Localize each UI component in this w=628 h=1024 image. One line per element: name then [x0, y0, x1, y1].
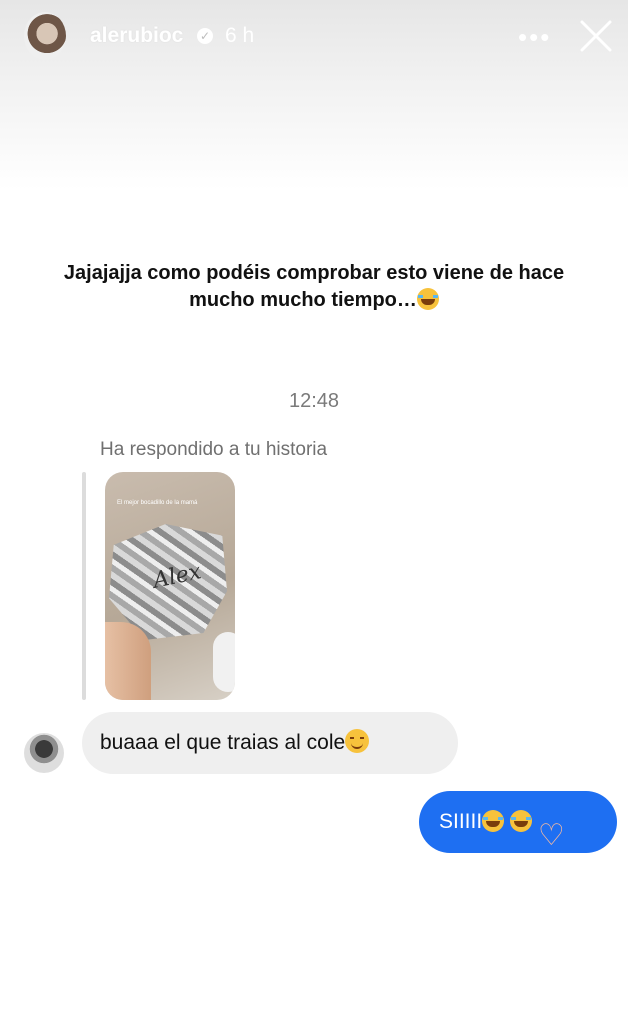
- verified-badge-icon: ✓: [197, 28, 213, 44]
- thumbnail-caption: El mejor bocadillo de la mamá: [117, 500, 198, 506]
- laughing-emoji-icon: [482, 810, 505, 832]
- more-options-icon[interactable]: •••: [518, 22, 551, 53]
- story-reply-thumbnail[interactable]: El mejor bocadillo de la mamá Alex: [105, 472, 235, 700]
- laughing-emoji-icon: [510, 810, 533, 832]
- story-time-ago: 6 h: [225, 24, 255, 47]
- username[interactable]: alerubioc: [90, 24, 183, 48]
- laughing-emoji-icon: [416, 288, 439, 310]
- heart-hands-icon: [538, 805, 566, 867]
- thumbnail-plate: [213, 632, 235, 692]
- story-caption-text: Jajajajja como podéis comprobar esto vie…: [63, 262, 565, 311]
- reply-indicator-bar: [82, 472, 86, 700]
- sender-avatar[interactable]: [24, 733, 64, 773]
- profile-avatar[interactable]: [24, 12, 66, 60]
- story-caption: Jajajajja como podéis comprobar esto vie…: [30, 260, 598, 314]
- message-timestamp: 12:48: [288, 390, 340, 412]
- story-reply-note: Ha respondido a tu historia: [100, 439, 328, 460]
- story-header: alerubioc ✓ 6 h •••: [0, 0, 628, 80]
- hand-image: [105, 622, 151, 700]
- received-message-bubble[interactable]: buaaa el que traias al cole: [82, 712, 458, 774]
- sent-message-bubble[interactable]: SIIIII: [419, 791, 617, 867]
- received-message-text: buaaa el que traias al cole: [100, 731, 346, 754]
- close-icon[interactable]: [578, 18, 614, 54]
- sent-message-text: SIIIII: [439, 810, 483, 833]
- smiling-face-with-tear-icon: [345, 729, 370, 753]
